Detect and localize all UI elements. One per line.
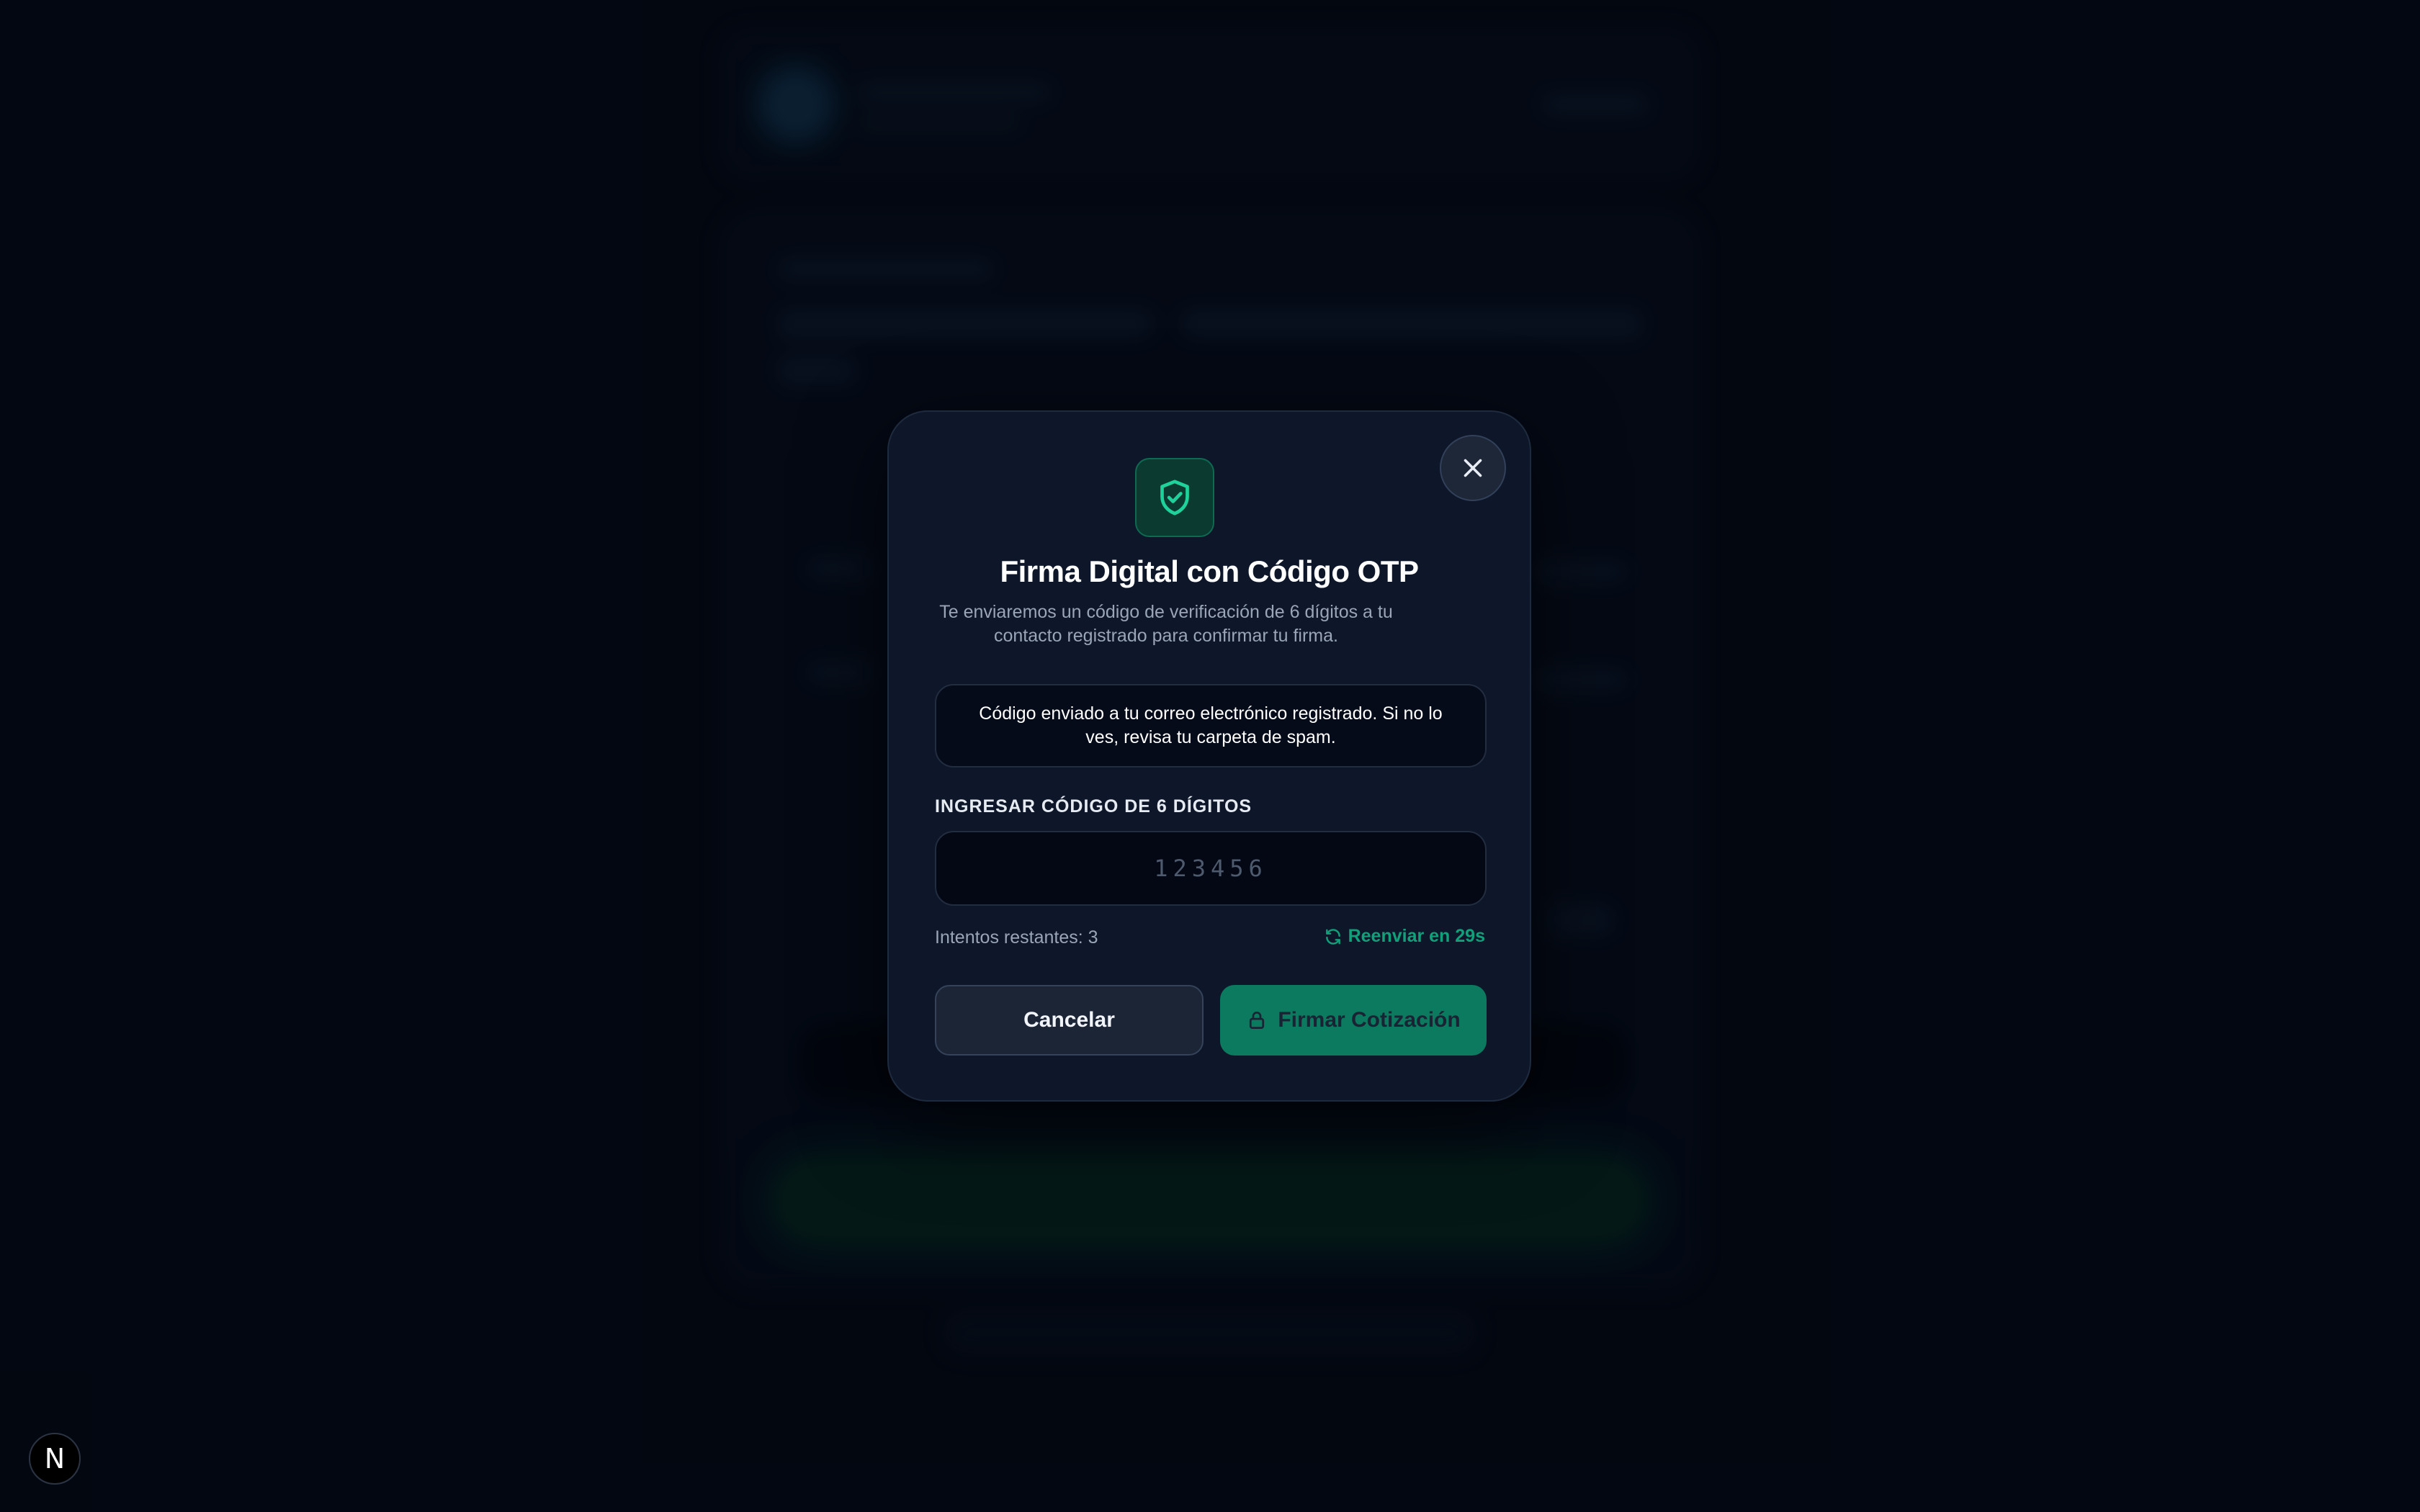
sign-button-label: Firmar Cotización: [1278, 1008, 1461, 1032]
code-input-label: INGRESAR CÓDIGO DE 6 DÍGITOS: [935, 796, 1252, 816]
lock-icon: [1250, 1012, 1265, 1029]
dev-tools-badge[interactable]: N: [29, 1433, 81, 1485]
resend-code-link[interactable]: Reenviar en 29s: [1324, 926, 1485, 947]
notice-text: Código enviado a tu correo electrónico r…: [979, 703, 1443, 747]
cancel-button[interactable]: Cancelar: [935, 985, 1204, 1056]
cancel-button-label: Cancelar: [1023, 1008, 1115, 1032]
sign-quote-button[interactable]: Firmar Cotización: [1220, 985, 1487, 1056]
modal-subtitle: Te enviaremos un código de verificación …: [939, 602, 1393, 646]
otp-signature-modal: Firma Digital con Código OTP Te enviarem…: [887, 410, 1531, 1102]
shield-badge: [1135, 458, 1214, 537]
resend-label: Reenviar en 29s: [1348, 926, 1485, 946]
close-button[interactable]: [1440, 435, 1506, 501]
attempts-remaining: Intentos restantes: 3: [935, 927, 1098, 948]
dev-tools-badge-letter: N: [44, 1443, 66, 1475]
code-sent-notice: Código enviado a tu correo electrónico r…: [935, 684, 1487, 768]
refresh-icon: [1325, 928, 1340, 945]
close-icon: [1464, 459, 1482, 477]
otp-code-input[interactable]: [935, 831, 1487, 906]
shield-check-icon: [1160, 480, 1189, 516]
modal-title: Firma Digital con Código OTP: [1000, 554, 1419, 588]
